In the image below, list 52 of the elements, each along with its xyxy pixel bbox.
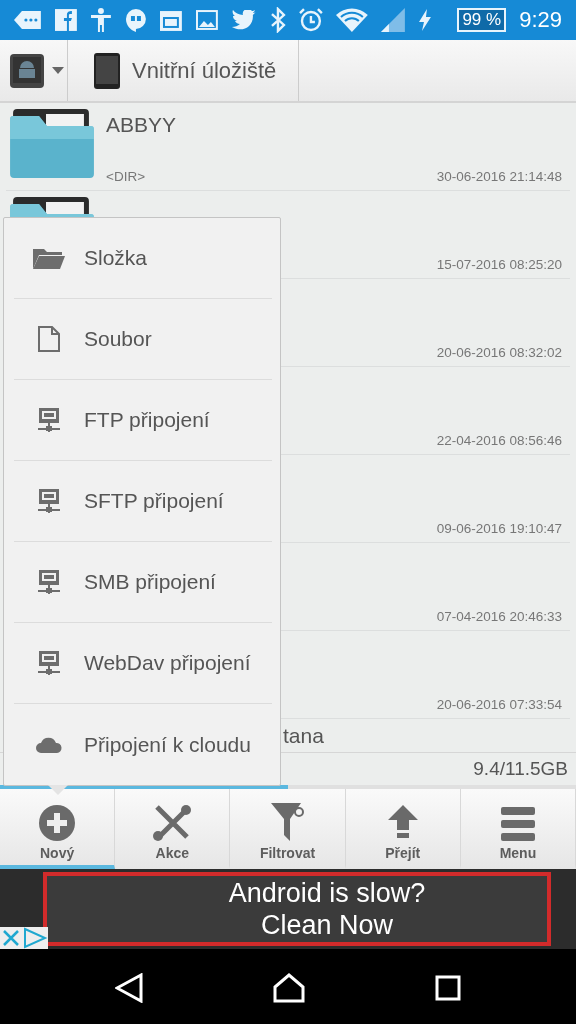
file-date: 15-07-2016 08:25:20 xyxy=(436,257,562,272)
storage-usage: 9.4/11.5GB xyxy=(473,758,568,780)
menu-item[interactable]: Soubor xyxy=(14,299,272,380)
server-icon xyxy=(38,569,60,595)
signal-icon xyxy=(380,8,407,32)
menu-item[interactable]: FTP připojení xyxy=(14,380,272,461)
wifi-icon xyxy=(335,8,368,32)
menu-icon xyxy=(500,807,535,841)
clock: 9:29 xyxy=(519,7,562,33)
file-name[interactable]: ABBYY xyxy=(106,113,562,137)
folder-icon xyxy=(10,109,94,178)
back-icon[interactable] xyxy=(115,973,143,1003)
file-date: 22-04-2016 08:56:46 xyxy=(436,433,562,448)
add-icon xyxy=(39,805,76,841)
file-icon xyxy=(38,326,60,352)
filter-icon xyxy=(270,803,305,841)
ad-banner[interactable]: Android is slow? Clean Now xyxy=(43,872,551,946)
recents-icon[interactable] xyxy=(435,975,461,1001)
file-date: 07-04-2016 20:46:33 xyxy=(436,609,562,624)
menu-pointer xyxy=(48,785,68,795)
file-name[interactable]: tana xyxy=(283,723,324,748)
image-icon xyxy=(196,10,219,30)
bird-icon xyxy=(231,10,258,30)
menu-item[interactable]: SMB připojení xyxy=(14,542,272,623)
facebook-icon xyxy=(54,9,77,31)
tools-icon xyxy=(153,805,192,841)
menu-item[interactable]: SFTP připojení xyxy=(14,461,272,542)
chat-icon xyxy=(14,10,42,30)
file-date: 09-06-2016 19:10:47 xyxy=(436,521,562,536)
tablet-icon xyxy=(94,52,120,89)
menu-item[interactable]: Složka xyxy=(14,218,272,299)
battery-level: 99 % xyxy=(457,8,507,32)
menu-item[interactable]: Připojení k cloudu xyxy=(14,704,272,785)
file-size: <DIR> xyxy=(106,169,146,184)
ad-call-to-action: Clean Now xyxy=(260,909,394,941)
dropdown-caret-icon[interactable] xyxy=(52,67,64,74)
menu-item[interactable]: WebDav připojení xyxy=(14,623,272,704)
file-date: 30-06-2016 21:14:48 xyxy=(436,169,562,184)
server-icon xyxy=(38,407,60,433)
file-date: 20-06-2016 07:33:54 xyxy=(436,697,562,712)
bluetooth-icon xyxy=(270,7,286,33)
alarm-clock-icon xyxy=(298,8,323,32)
quote-bubble-icon xyxy=(124,8,147,32)
person-icon xyxy=(89,8,112,32)
home-icon[interactable] xyxy=(273,973,305,1003)
cloud-icon xyxy=(36,736,62,753)
server-icon xyxy=(38,488,60,514)
file-date: 20-06-2016 08:32:02 xyxy=(436,345,562,360)
up-arrow-icon xyxy=(387,805,418,841)
server-icon xyxy=(38,650,60,676)
charging-icon xyxy=(419,9,432,31)
ad-headline: Android is slow? xyxy=(228,877,426,909)
